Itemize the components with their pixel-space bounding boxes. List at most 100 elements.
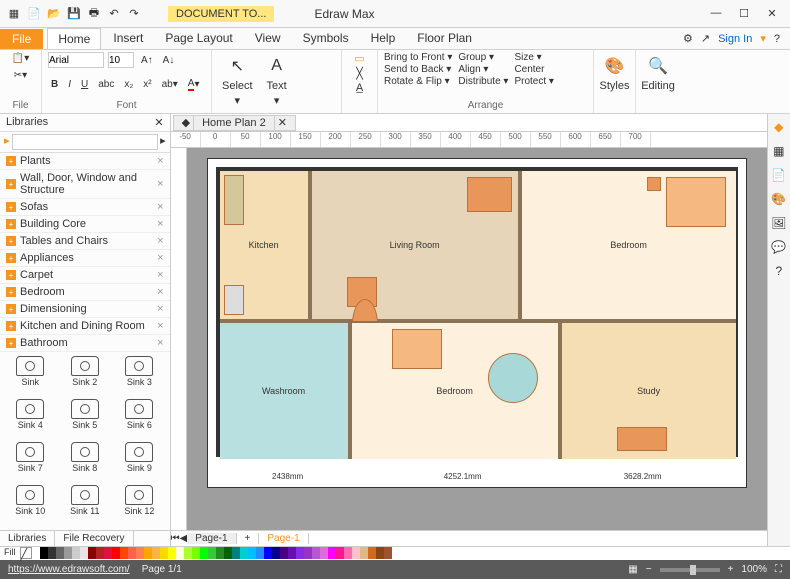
highlight-button[interactable]: ab▾ [159,78,181,91]
ribbon-tab-floor-plan[interactable]: Floor Plan [407,28,482,49]
minimize-icon[interactable]: — [708,7,724,20]
color-swatch[interactable] [312,547,320,559]
color-swatch[interactable] [376,547,384,559]
color-swatch[interactable] [88,547,96,559]
ribbon-tab-page-layout[interactable]: Page Layout [155,28,242,49]
page-nav-first-icon[interactable]: ⏮ [171,533,180,544]
page-tab-1[interactable]: Page-1 [187,533,236,544]
color-swatch[interactable] [336,547,344,559]
subscript-button[interactable]: x₂ [121,78,136,91]
shape-item[interactable]: Sink 10 [4,485,57,526]
color-swatch[interactable] [240,547,248,559]
library-category[interactable]: +Kitchen and Dining Room× [0,318,170,335]
comment-panel-icon[interactable]: 💬 [771,240,787,256]
drawing-canvas[interactable]: Kitchen Living Room Bedroom [187,148,767,530]
font-size-select[interactable] [108,52,134,68]
editing-button[interactable]: 🔍Editing [642,52,674,94]
color-swatch[interactable] [104,547,112,559]
cut-icon[interactable]: ✂▾ [11,69,30,82]
file-menu[interactable]: File [0,29,43,49]
shape-item[interactable]: Sink 3 [113,356,166,397]
ribbon-tab-view[interactable]: View [245,28,291,49]
ribbon-tab-insert[interactable]: Insert [103,28,153,49]
underline-button[interactable]: U [78,78,91,91]
library-category[interactable]: +Appliances× [0,250,170,267]
page-add-icon[interactable]: + [237,533,260,544]
remove-icon[interactable]: × [157,320,163,332]
shape-item[interactable]: Sink 7 [4,442,57,483]
shape-item[interactable]: Sink 4 [4,399,57,440]
color-swatch[interactable] [200,547,208,559]
remove-icon[interactable]: × [157,201,163,213]
color-swatch[interactable] [120,547,128,559]
room-bedroom1[interactable]: Bedroom [520,171,736,321]
shape-item[interactable]: Sink 9 [113,442,166,483]
font-color-button[interactable]: A▾ [185,77,203,92]
superscript-button[interactable]: x² [140,78,154,91]
libraries-close-icon[interactable]: ✕ [154,116,163,129]
color-swatch[interactable] [176,547,184,559]
color-swatch[interactable] [224,547,232,559]
styles-button[interactable]: 🎨Styles [600,52,629,94]
room-kitchen[interactable]: Kitchen [220,171,310,321]
size-button[interactable]: Size ▾ [514,52,553,63]
zoom-out-icon[interactable]: − [646,564,652,575]
canvas-tab[interactable]: ◆ Home Plan 2 ✕ [173,115,296,131]
expand-icon[interactable]: + [6,338,16,348]
clipart-panel-icon[interactable]: 🖼 [771,216,787,232]
bold-button[interactable]: B [48,78,61,91]
color-swatch[interactable] [32,547,40,559]
remove-icon[interactable]: × [157,178,163,190]
remove-icon[interactable]: × [157,235,163,247]
distribute-button[interactable]: Distribute ▾ [458,76,508,87]
strike-button[interactable]: abc [95,78,117,91]
color-swatch[interactable] [288,547,296,559]
shape-item[interactable]: Sink 12 [113,485,166,526]
ribbon-tab-home[interactable]: Home [47,28,101,49]
remove-icon[interactable]: × [157,218,163,230]
color-swatch[interactable] [96,547,104,559]
new-icon[interactable]: 📄 [26,6,42,22]
color-swatch[interactable] [64,547,72,559]
zoom-slider[interactable] [660,568,720,572]
group-button[interactable]: Group ▾ [458,52,508,63]
page-panel-icon[interactable]: 📄 [771,168,787,184]
share-icon[interactable]: ↗ [701,32,710,45]
room-study[interactable]: Study [560,321,736,459]
color-swatch[interactable] [72,547,80,559]
library-category[interactable]: +Plants× [0,153,170,170]
shape-item[interactable]: Sink 11 [59,485,112,526]
color-swatch[interactable] [40,547,48,559]
color-swatch[interactable] [160,547,168,559]
font-family-select[interactable] [48,52,104,68]
send-back-button[interactable]: Send to Back ▾ [384,64,452,75]
color-swatch[interactable] [128,547,136,559]
color-swatch[interactable] [168,547,176,559]
shape-rect-icon[interactable]: ▭ [354,52,364,65]
ribbon-tab-symbols[interactable]: Symbols [293,28,359,49]
library-category[interactable]: +Carpet× [0,267,170,284]
expand-icon[interactable]: + [6,287,16,297]
bring-front-button[interactable]: Bring to Front ▾ [384,52,452,63]
color-swatch[interactable] [208,547,216,559]
library-category[interactable]: +Dimensioning× [0,301,170,318]
library-category[interactable]: +Bedroom× [0,284,170,301]
expand-icon[interactable]: + [6,219,16,229]
expand-icon[interactable]: + [6,304,16,314]
remove-icon[interactable]: × [157,252,163,264]
color-swatch[interactable] [280,547,288,559]
room-washroom[interactable]: Washroom [220,321,350,459]
help-panel-icon[interactable]: ? [771,264,787,280]
ribbon-tab-help[interactable]: Help [361,28,406,49]
color-swatch[interactable] [296,547,304,559]
room-bedroom2[interactable]: Bedroom [350,321,560,459]
shape-text-icon[interactable]: A̲ [356,82,363,94]
zoom-in-icon[interactable]: + [728,564,734,575]
expand-icon[interactable]: + [6,321,16,331]
page-nav-prev-icon[interactable]: ◀ [180,533,188,544]
color-swatch[interactable] [344,547,352,559]
room-living[interactable]: Living Room [310,171,520,321]
color-swatch[interactable] [368,547,376,559]
color-swatch[interactable] [304,547,312,559]
expand-icon[interactable]: + [6,253,16,263]
